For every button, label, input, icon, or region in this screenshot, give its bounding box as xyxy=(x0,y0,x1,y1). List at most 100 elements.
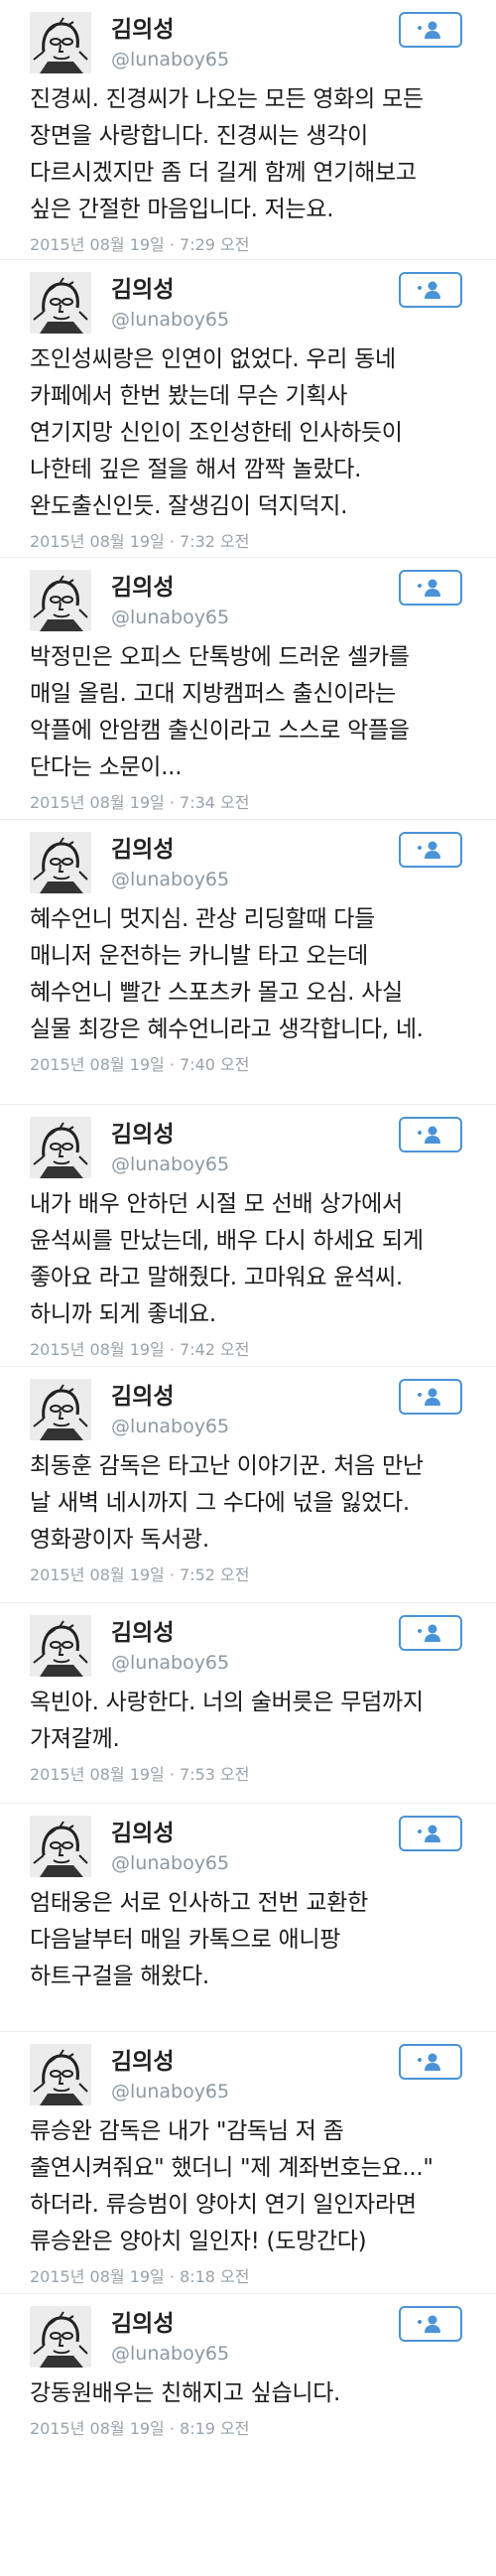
author-names: 김의성 @lunaboy65 xyxy=(111,2310,229,2368)
tweet-text: 강동원배우는 친해지고 싶습니다. xyxy=(30,2380,341,2406)
tweet-text: 엄태웅은 서로 인사하고 전번 교환한 다음날부터 매일 카톡으로 애니팡 하트… xyxy=(30,1890,368,1989)
person-plus-icon xyxy=(418,579,440,597)
tweet-text: 옥빈아. 사랑한다. 너의 술버릇은 무덤까지 가져갈께. xyxy=(30,1690,424,1752)
tweet-timestamp[interactable]: 2015년 08월 19일 · 7:34 오전 xyxy=(14,786,482,814)
user-handle[interactable]: @lunaboy65 xyxy=(111,2078,229,2105)
tweet-card: 김의성 @lunaboy65 옥빈아. 사랑한다. 너의 술버릇은 무덤까지 가… xyxy=(0,1603,496,1804)
follow-button[interactable] xyxy=(399,2306,462,2342)
avatar[interactable] xyxy=(30,570,91,631)
person-plus-icon xyxy=(418,1624,440,1642)
author-names: 김의성 @lunaboy65 xyxy=(111,836,229,893)
follow-button[interactable] xyxy=(399,272,462,308)
tweet-timestamp[interactable]: 2015년 08월 19일 · 7:32 오전 xyxy=(14,525,482,553)
tweet-header: 김의성 @lunaboy65 xyxy=(14,1804,482,1883)
author-names: 김의성 @lunaboy65 xyxy=(111,574,229,631)
tweet-feed: 김의성 @lunaboy65 진경씨. 진경씨가 나오는 모든 영화의 모든 장… xyxy=(0,0,496,2477)
avatar[interactable] xyxy=(30,272,91,334)
tweet-header: 김의성 @lunaboy65 xyxy=(14,820,482,899)
follow-button[interactable] xyxy=(399,570,462,606)
user-handle[interactable]: @lunaboy65 xyxy=(111,46,229,73)
tweet-timestamp[interactable]: 2015년 08월 19일 · 7:40 오전 xyxy=(14,1048,482,1076)
follow-button[interactable] xyxy=(399,832,462,868)
tweet-header: 김의성 @lunaboy65 xyxy=(14,2032,482,2111)
avatar[interactable] xyxy=(30,12,91,73)
tweet-card: 김의성 @lunaboy65 강동원배우는 친해지고 싶습니다. 2015년 0… xyxy=(0,2294,496,2477)
display-name[interactable]: 김의성 xyxy=(111,1121,229,1149)
avatar-illustration-icon xyxy=(30,272,91,334)
user-handle[interactable]: @lunaboy65 xyxy=(111,866,229,893)
tweet-card: 김의성 @lunaboy65 엄태웅은 서로 인사하고 전번 교환한 다음날부터… xyxy=(0,1804,496,2032)
person-plus-icon xyxy=(418,281,440,299)
tweet-text: 조인성씨랑은 인연이 없었다. 우리 동네 카페에서 한번 봤는데 무슨 기획사… xyxy=(30,346,403,519)
follow-button[interactable] xyxy=(399,1816,462,1851)
avatar-illustration-icon xyxy=(30,1379,91,1440)
tweet-text: 류승완 감독은 내가 "감독님 저 좀 출연시켜줘요" 했더니 "제 계좌번호는… xyxy=(30,2118,434,2254)
display-name[interactable]: 김의성 xyxy=(111,16,229,44)
follow-button[interactable] xyxy=(399,1379,462,1415)
tweet-header: 김의성 @lunaboy65 xyxy=(14,558,482,637)
tweet-header: 김의성 @lunaboy65 xyxy=(14,260,482,339)
user-handle[interactable]: @lunaboy65 xyxy=(111,604,229,631)
tweet-timestamp[interactable]: 2015년 08월 19일 · 8:19 오전 xyxy=(14,2412,482,2440)
person-plus-icon xyxy=(418,2053,440,2071)
avatar[interactable] xyxy=(30,1379,91,1440)
avatar[interactable] xyxy=(30,2306,91,2368)
author-names: 김의성 @lunaboy65 xyxy=(111,16,229,73)
tweet-timestamp[interactable]: 2015년 08월 19일 · 8:18 오전 xyxy=(14,2260,482,2288)
tweet-header: 김의성 @lunaboy65 xyxy=(14,0,482,79)
tweet-timestamp[interactable]: 2015년 08월 19일 · 7:42 오전 xyxy=(14,1333,482,1361)
tweet-timestamp[interactable]: 2015년 08월 19일 · 7:52 오전 xyxy=(14,1559,482,1586)
tweet-header: 김의성 @lunaboy65 xyxy=(14,1603,482,1683)
person-plus-icon xyxy=(418,1126,440,1144)
avatar-illustration-icon xyxy=(30,12,91,73)
display-name[interactable]: 김의성 xyxy=(111,1820,229,1847)
person-plus-icon xyxy=(418,2315,440,2333)
avatar[interactable] xyxy=(30,2044,91,2105)
author-names: 김의성 @lunaboy65 xyxy=(111,1383,229,1440)
follow-button[interactable] xyxy=(399,1615,462,1651)
avatar[interactable] xyxy=(30,1816,91,1877)
avatar-illustration-icon xyxy=(30,570,91,631)
tweet-text: 혜수언니 멋지심. 관상 리딩할때 다들 매니저 운전하는 카니발 타고 오는데… xyxy=(30,906,424,1042)
tweet-header: 김의성 @lunaboy65 xyxy=(14,2294,482,2373)
display-name[interactable]: 김의성 xyxy=(111,276,229,304)
person-plus-icon xyxy=(418,1388,440,1406)
author-names: 김의성 @lunaboy65 xyxy=(111,1619,229,1677)
avatar-illustration-icon xyxy=(30,832,91,893)
avatar[interactable] xyxy=(30,1117,91,1178)
person-plus-icon xyxy=(418,841,440,859)
tweet-text: 진경씨. 진경씨가 나오는 모든 영화의 모든 장면을 사랑합니다. 진경씨는 … xyxy=(30,86,424,222)
user-handle[interactable]: @lunaboy65 xyxy=(111,1151,229,1178)
follow-button[interactable] xyxy=(399,1117,462,1152)
user-handle[interactable]: @lunaboy65 xyxy=(111,2340,229,2368)
display-name[interactable]: 김의성 xyxy=(111,574,229,602)
user-handle[interactable]: @lunaboy65 xyxy=(111,306,229,334)
follow-button[interactable] xyxy=(399,12,462,48)
user-handle[interactable]: @lunaboy65 xyxy=(111,1413,229,1440)
tweet-text: 내가 배우 안하던 시절 모 선배 상가에서 윤석씨를 만났는데, 배우 다시 … xyxy=(30,1191,424,1327)
author-names: 김의성 @lunaboy65 xyxy=(111,276,229,334)
person-plus-icon xyxy=(418,21,440,39)
author-names: 김의성 @lunaboy65 xyxy=(111,2048,229,2105)
avatar[interactable] xyxy=(30,1615,91,1677)
user-handle[interactable]: @lunaboy65 xyxy=(111,1649,229,1677)
display-name[interactable]: 김의성 xyxy=(111,2048,229,2076)
tweet-timestamp[interactable]: 2015년 08월 19일 · 7:53 오전 xyxy=(14,1758,482,1786)
person-plus-icon xyxy=(418,1825,440,1842)
follow-button[interactable] xyxy=(399,2044,462,2080)
avatar-illustration-icon xyxy=(30,2306,91,2368)
display-name[interactable]: 김의성 xyxy=(111,2310,229,2338)
avatar-illustration-icon xyxy=(30,1816,91,1877)
tweet-header: 김의성 @lunaboy65 xyxy=(14,1105,482,1184)
display-name[interactable]: 김의성 xyxy=(111,1619,229,1647)
tweet-card: 김의성 @lunaboy65 류승완 감독은 내가 "감독님 저 좀 출연시켜줘… xyxy=(0,2032,496,2294)
display-name[interactable]: 김의성 xyxy=(111,1383,229,1411)
user-handle[interactable]: @lunaboy65 xyxy=(111,1849,229,1877)
display-name[interactable]: 김의성 xyxy=(111,836,229,864)
tweet-timestamp[interactable]: 2015년 08월 19일 · 7:29 오전 xyxy=(14,228,482,256)
avatar[interactable] xyxy=(30,832,91,893)
author-names: 김의성 @lunaboy65 xyxy=(111,1121,229,1178)
tweet-text: 박정민은 오피스 단톡방에 드러운 셀카를 매일 올림. 고대 지방캠퍼스 출신… xyxy=(30,644,410,780)
tweet-card: 김의성 @lunaboy65 박정민은 오피스 단톡방에 드러운 셀카를 매일 … xyxy=(0,558,496,820)
tweet-text: 최동훈 감독은 타고난 이야기꾼. 처음 만난 날 새벽 네시까지 그 수다에 … xyxy=(30,1453,424,1553)
